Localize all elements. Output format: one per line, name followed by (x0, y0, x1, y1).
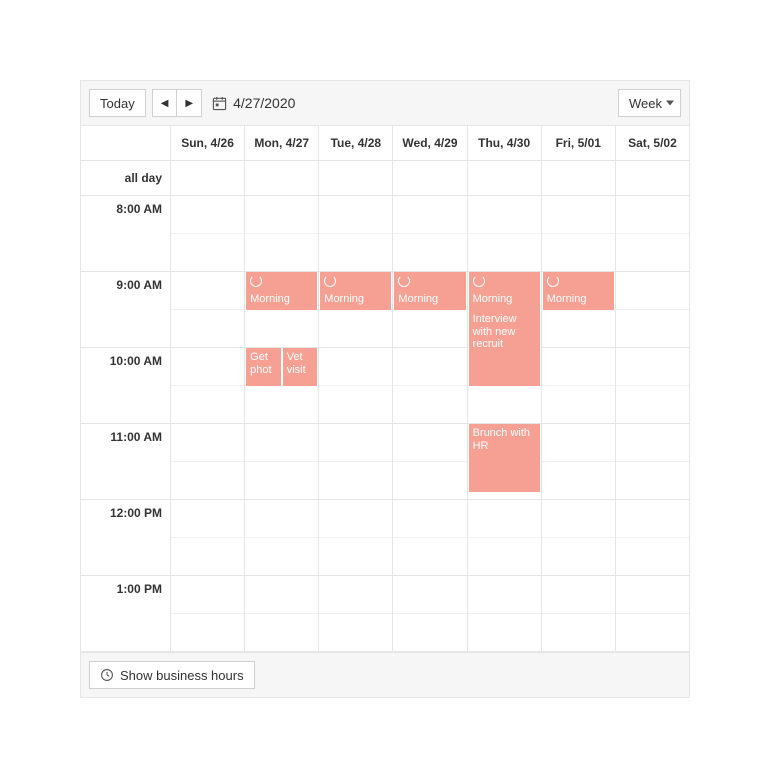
event-morning[interactable]: Morning (245, 272, 318, 310)
footer: Show business hours (81, 652, 689, 697)
day-column[interactable] (616, 196, 689, 652)
event-morning[interactable]: Morning (468, 272, 541, 310)
event-vet-visit[interactable]: Vet visit (282, 348, 319, 386)
time-slot-label: 12:00 PM (81, 500, 170, 576)
day-column[interactable]: Morning (393, 196, 467, 652)
event-interview[interactable]: Interview with new recruit (468, 310, 541, 386)
day-column[interactable]: Morning Get phot Vet visit (245, 196, 319, 652)
day-header[interactable]: Tue, 4/28 (319, 126, 393, 160)
day-header[interactable]: Sun, 4/26 (171, 126, 245, 160)
date-display: 4/27/2020 (233, 95, 295, 111)
time-labels: 8:00 AM 9:00 AM 10:00 AM 11:00 AM 12:00 … (81, 196, 171, 652)
day-column[interactable]: Morning (542, 196, 616, 652)
time-slot-label: 8:00 AM (81, 196, 170, 272)
day-column[interactable]: Morning (319, 196, 393, 652)
event-brunch[interactable]: Brunch with HR (468, 424, 541, 492)
allday-cell[interactable] (542, 161, 616, 195)
chevron-left-icon: ◀ (161, 98, 169, 109)
clock-icon (100, 668, 114, 682)
view-selector[interactable]: Week (618, 89, 681, 117)
day-header[interactable]: Mon, 4/27 (245, 126, 319, 160)
prev-button[interactable]: ◀ (152, 89, 178, 117)
day-header[interactable]: Thu, 4/30 (468, 126, 542, 160)
calendar-icon (212, 96, 227, 111)
business-hours-label: Show business hours (120, 668, 244, 683)
allday-cell[interactable] (616, 161, 689, 195)
scheduler: Today ◀ ▶ 4/27/2020 Week Sun, 4/26 Mon, … (80, 80, 690, 698)
date-picker[interactable]: 4/27/2020 (212, 95, 295, 111)
allday-cell[interactable] (171, 161, 245, 195)
day-header[interactable]: Sat, 5/02 (616, 126, 689, 160)
day-column[interactable]: Morning Interview with new recruit Brunc… (468, 196, 542, 652)
day-header-row: Sun, 4/26 Mon, 4/27 Tue, 4/28 Wed, 4/29 … (81, 126, 689, 161)
event-get-photo[interactable]: Get phot (245, 348, 282, 386)
day-header[interactable]: Fri, 5/01 (542, 126, 616, 160)
time-slot-label: 1:00 PM (81, 576, 170, 652)
event-morning[interactable]: Morning (542, 272, 615, 310)
allday-cell[interactable] (245, 161, 319, 195)
time-slot-label: 11:00 AM (81, 424, 170, 500)
allday-label: all day (81, 161, 171, 195)
event-morning[interactable]: Morning (319, 272, 392, 310)
day-column[interactable] (171, 196, 245, 652)
days-grid: Morning Get phot Vet visit Morning (171, 196, 689, 652)
chevron-right-icon: ▶ (185, 98, 193, 109)
day-header[interactable]: Wed, 4/29 (393, 126, 467, 160)
time-slot-label: 10:00 AM (81, 348, 170, 424)
nav-group: ◀ ▶ (152, 89, 202, 117)
today-button[interactable]: Today (89, 89, 146, 117)
allday-cell[interactable] (468, 161, 542, 195)
allday-cell[interactable] (319, 161, 393, 195)
toolbar: Today ◀ ▶ 4/27/2020 Week (81, 81, 689, 126)
business-hours-button[interactable]: Show business hours (89, 661, 255, 689)
view-label: Week (629, 96, 662, 111)
grid-body: 8:00 AM 9:00 AM 10:00 AM 11:00 AM 12:00 … (81, 196, 689, 652)
next-button[interactable]: ▶ (177, 89, 202, 117)
allday-cell[interactable] (393, 161, 467, 195)
event-morning[interactable]: Morning (393, 272, 466, 310)
allday-row: all day (81, 161, 689, 196)
time-slot-label: 9:00 AM (81, 272, 170, 348)
